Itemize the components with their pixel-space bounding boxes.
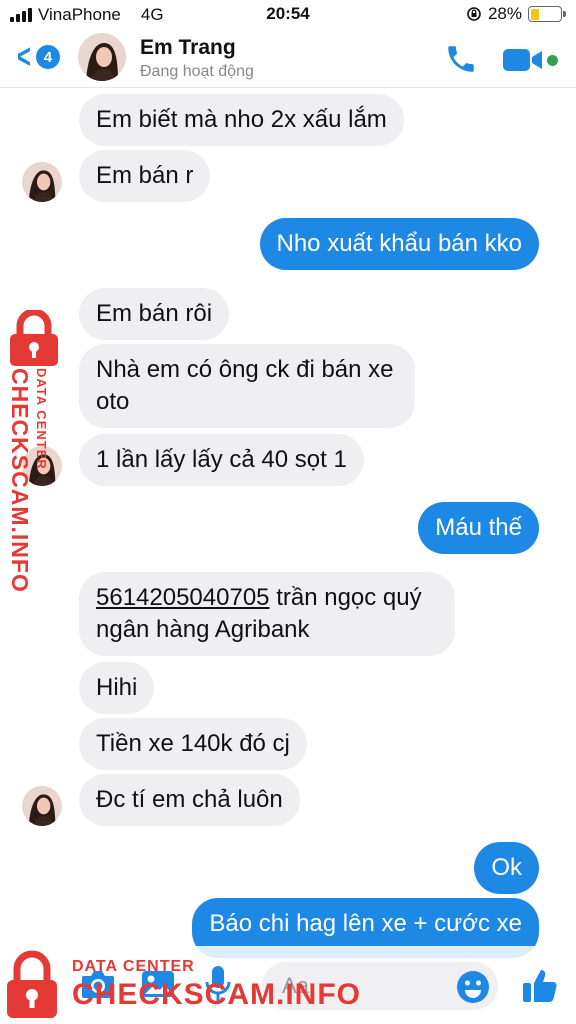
- status-bar: VinaPhone 4G 20:54 28%: [0, 0, 576, 30]
- message-bubble[interactable]: Nhà em có ông ck đi bán xe oto: [79, 344, 415, 428]
- watermark-brand: CHECKSCAM.INFO: [7, 368, 33, 593]
- thumbs-up-icon[interactable]: [520, 966, 560, 1006]
- online-indicator: [547, 55, 558, 66]
- padlock-icon: [10, 310, 58, 366]
- contact-name: Em Trang: [140, 36, 236, 59]
- phone-call-icon[interactable]: [444, 42, 478, 76]
- watermark-tagline: DATA CENTER: [34, 368, 49, 470]
- contact-avatar[interactable]: [78, 33, 126, 81]
- watermark-tagline: DATA CENTER: [72, 958, 195, 975]
- padlock-icon: [7, 950, 57, 1018]
- chat-header: < 4 Em Trang Đang hoạt động: [0, 30, 576, 88]
- rotation-lock-icon: [467, 7, 481, 21]
- status-right: 28%: [466, 4, 566, 24]
- message-bubble-account[interactable]: 5614205040705 trần ngọc quý ngân hàng Ag…: [79, 572, 455, 656]
- message-bubble[interactable]: Em bán r: [79, 150, 211, 202]
- chevron-left-icon: <: [16, 38, 31, 76]
- watermark-brand: CHECKSCAM.INFO: [72, 978, 361, 1011]
- message-bubble[interactable]: Em bán rôi: [79, 288, 230, 340]
- message-bubble[interactable]: Đc tí em chả luôn: [79, 774, 300, 826]
- video-call-icon[interactable]: [503, 46, 547, 74]
- side-watermark: CHECKSCAM.INFO DATA CENTER: [2, 310, 60, 600]
- message-bubble[interactable]: Em biết mà nho 2x xấu lắm: [79, 94, 404, 146]
- avatar-image: [78, 33, 126, 81]
- account-number-link[interactable]: 5614205040705: [96, 584, 270, 611]
- presence-status: Đang hoạt động: [140, 63, 254, 80]
- emoji-icon[interactable]: [456, 970, 490, 1004]
- unread-count-badge: 4: [35, 45, 60, 69]
- sender-avatar: [22, 786, 62, 826]
- message-bubble[interactable]: Hihi: [79, 662, 155, 714]
- battery-icon: [528, 6, 566, 22]
- back-button[interactable]: < 4: [14, 40, 60, 74]
- message-bubble[interactable]: 1 lần lấy lấy cả 40 sọt 1: [79, 434, 364, 486]
- message-bubble[interactable]: Ok: [474, 842, 539, 894]
- message-bubble[interactable]: Tiền xe 140k đó cj: [79, 718, 307, 770]
- sender-avatar: [22, 162, 62, 202]
- message-bubble[interactable]: Nho xuất khẩu bán kko: [259, 218, 539, 270]
- battery-percent: 28%: [487, 4, 522, 23]
- message-bubble[interactable]: Máu thế: [418, 502, 539, 554]
